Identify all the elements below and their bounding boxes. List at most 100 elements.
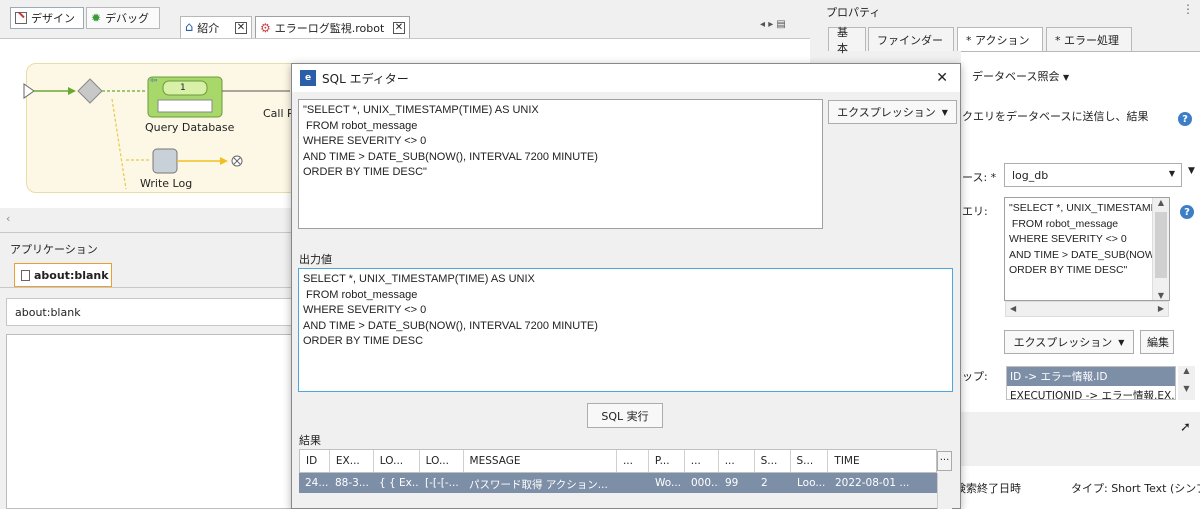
prop-expression-button[interactable]: エクスプレッション ▼ [1004, 330, 1134, 354]
query-textarea[interactable]: "SELECT *, UNIX_TIMESTAMP FROM robot_mes… [1004, 197, 1170, 301]
query-scrollbar[interactable]: ▲ ▼ [1152, 198, 1169, 300]
flow-arrowhead [68, 87, 76, 95]
chevron-down-icon: ▼ [1118, 337, 1125, 347]
col-header[interactable]: S... [791, 450, 829, 472]
properties-title: プロパティ [826, 6, 881, 19]
prop-tab-basic[interactable]: 基本 [828, 26, 866, 55]
col-header[interactable]: LO... [374, 450, 420, 472]
map-list[interactable]: ID -> エラー情報.ID EXECUTIONID -> エラー情報.EX..… [1006, 366, 1176, 400]
help-icon[interactable]: ? [1178, 112, 1192, 126]
design-icon [15, 11, 27, 24]
map-item[interactable]: ID -> エラー情報.ID [1007, 367, 1175, 386]
query-node-label[interactable]: Query Database [145, 121, 234, 134]
scroll-left-icon[interactable]: ‹ [6, 212, 10, 225]
col-header[interactable]: ID [300, 450, 330, 472]
database-label: ース: * [962, 171, 997, 184]
debug-button[interactable]: ✹ デバッグ [86, 7, 160, 29]
output-label: 出力値 [299, 253, 332, 266]
pin-icon[interactable]: ⋮ [1182, 2, 1194, 16]
col-header[interactable]: S... [755, 450, 791, 472]
tab-nav-icon[interactable]: ◂ ▸ ▤ [760, 19, 786, 30]
debug-label: デバッグ [105, 12, 150, 25]
prop-expression-label: エクスプレッション [1013, 336, 1113, 349]
sql-input[interactable]: "SELECT *, UNIX_TIMESTAMP(TIME) AS UNIX … [298, 99, 823, 229]
app-logo-icon: e [300, 70, 316, 86]
query-node-badge: 1 [180, 83, 186, 93]
dialog-titlebar[interactable]: e SQL エディター ✕ [292, 64, 960, 92]
map-item[interactable]: EXECUTIONID -> エラー情報.EX... [1007, 386, 1175, 399]
table-cell: パスワード取得 アクション... [469, 479, 608, 491]
dialog-title: SQL エディター [322, 71, 409, 86]
results-scrollbar[interactable] [937, 473, 952, 509]
chevron-down-icon: ▼ [1062, 73, 1070, 82]
query-label: エリ: [962, 205, 988, 218]
footer-type-label: タイプ: Short Text (シンプ [1071, 482, 1200, 495]
tab-about-blank[interactable]: about:blank [14, 263, 112, 287]
table-cell: 000... [691, 477, 719, 489]
table-cell: 2 [761, 477, 768, 489]
output-textarea[interactable]: SELECT *, UNIX_TIMESTAMP(TIME) AS UNIX F… [298, 268, 953, 392]
help-icon[interactable]: ? [1180, 205, 1194, 219]
robot-icon: ⚙ [260, 20, 271, 35]
prop-tab-finder[interactable]: ファインダー [868, 27, 954, 51]
expand-arrow-icon[interactable]: ➚ [1180, 420, 1191, 435]
col-header[interactable]: ... [685, 450, 719, 472]
query-node-controls [157, 99, 213, 113]
dropdown-arrow-icon[interactable]: ▼ [1188, 166, 1195, 176]
tab-robot-close[interactable]: ✕ [393, 21, 405, 34]
call-node-label[interactable]: Call R [263, 107, 295, 120]
col-header[interactable]: P... [649, 450, 685, 472]
table-cell: [-[-[-... [425, 477, 459, 489]
map-scrollbar[interactable]: ▲ ▼ [1178, 366, 1195, 400]
design-label: デザイン [31, 12, 75, 25]
tab-intro[interactable]: ⌂ 紹介 ✕ [180, 16, 252, 38]
tab-intro-label: 紹介 [197, 21, 220, 35]
start-arrow-icon [23, 83, 35, 99]
col-header[interactable]: ... [719, 450, 755, 472]
prop-tab-error[interactable]: * エラー処理 [1046, 27, 1132, 51]
page-icon [21, 269, 30, 281]
table-cell: 88-3... [335, 477, 369, 489]
url-field[interactable]: about:blank [6, 298, 294, 326]
bug-icon: ✹ [91, 11, 102, 25]
chevron-down-icon: ▼ [1168, 169, 1175, 178]
run-sql-button[interactable]: SQL 実行 [587, 403, 663, 428]
expression-button[interactable]: エクスプレッション ▼ [828, 100, 957, 124]
table-cell: Loo... [797, 477, 826, 489]
table-cell: 99 [725, 477, 739, 489]
results-label: 結果 [299, 434, 321, 447]
application-title: アプリケーション [10, 243, 98, 256]
col-header[interactable]: EX... [330, 450, 374, 472]
design-button[interactable]: デザイン [10, 7, 84, 29]
flow-arrowhead [220, 157, 228, 165]
col-header[interactable]: MESSAGE [464, 450, 617, 472]
query-hscrollbar[interactable]: ◀ ▶ [1005, 301, 1169, 317]
column-picker-button[interactable]: ... [937, 451, 952, 471]
footer-left-label: 検索終了日時 [955, 482, 1021, 495]
database-value: log_db [1012, 169, 1049, 182]
col-header[interactable]: LO... [420, 450, 464, 472]
col-header[interactable]: ... [617, 450, 649, 472]
flow-line [111, 98, 127, 190]
properties-divider [961, 412, 1200, 466]
home-icon: ⌂ [185, 20, 194, 35]
tab-intro-close[interactable]: ✕ [235, 21, 247, 34]
prop-tab-action[interactable]: * アクション [957, 27, 1043, 51]
chevron-down-icon: ▼ [941, 107, 948, 117]
breakpoint-icon: ⇦ [150, 76, 158, 86]
col-header[interactable]: TIME [828, 450, 936, 472]
table-cell: Wo... [655, 477, 682, 489]
dialog-close-button[interactable]: ✕ [936, 70, 948, 86]
write-log-label[interactable]: Write Log [140, 177, 192, 190]
edit-button[interactable]: 編集 [1140, 330, 1174, 354]
action-dropdown-label: データベース照会 [972, 70, 1060, 83]
tab-robot[interactable]: ⚙ エラーログ監視.robot ✕ [255, 16, 410, 38]
database-select[interactable]: log_db ▼ [1004, 163, 1182, 187]
table-cell [617, 473, 649, 493]
tab-about-blank-label: about:blank [34, 268, 109, 282]
table-cell: 2022-08-01 ... [835, 477, 910, 489]
browser-view[interactable] [6, 334, 294, 509]
branch-diamond [77, 78, 103, 104]
table-row[interactable]: 24... 88-3... { { Ex... [-[-[-... パスワード取… [299, 473, 937, 493]
action-dropdown[interactable]: データベース照会 ▼ [972, 68, 1069, 84]
